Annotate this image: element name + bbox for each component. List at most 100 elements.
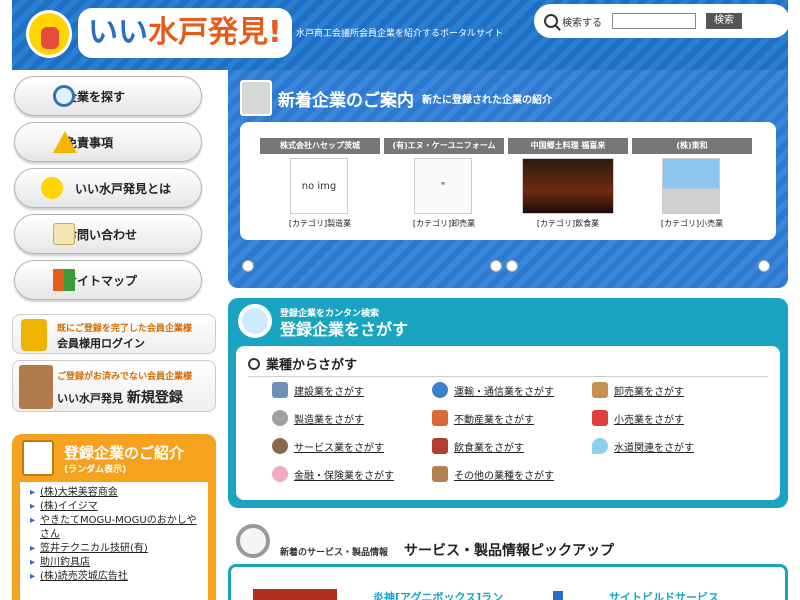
member-login-button[interactable]: 既にご登録を完了した会員企業様 会員様用ログイン [12,314,216,354]
box-icon [592,382,608,398]
new-companies-subtitle: 新たに登録された企業の紹介 [422,95,552,106]
pickup-kicker: 新着のサービス・製品情報 [280,548,389,558]
company-category: [カテゴリ]製造業 [288,219,352,228]
nav-label: いい水戸発見とは [75,181,172,196]
clipboard-icon [22,440,54,476]
magnifier-icon [238,304,272,338]
mascot-logo-icon[interactable] [26,10,72,58]
gear-icon [272,410,288,426]
people-icon [272,438,288,454]
company-card[interactable]: 中国郷土料理 福喜来 [カテゴリ]飲食業 [508,138,628,230]
random-title: 登録企業のご紹介 [64,444,185,462]
industry-link-finance[interactable]: 金融・保険業をさがす [272,466,394,482]
house-icon [432,410,448,426]
login-label: 会員様用ログイン [57,337,145,350]
industry-link-water[interactable]: 水道関連をさがす [592,438,694,454]
random-list: (株)大栄美容商会 (株)イイジマ やきたてMOGU-MOGUのおかしやさん 笠… [20,482,208,600]
magnifier-icon [236,524,270,558]
sitemap-icon [53,269,75,291]
register-caption: ご登録がお済みでない会員企業様 [57,372,193,382]
register-big: 新規登録 [126,390,183,406]
search-icon [53,85,75,107]
member-register-button[interactable]: ご登録がお済みでない会員企業様 いい水戸発見 新規登録 [12,360,216,412]
pickup-thumbnail[interactable] [253,589,337,600]
industry-link-retail[interactable]: 小売業をさがす [592,410,684,426]
industry-link-label: 不動産業をさがす [454,414,534,426]
company-image [414,158,472,214]
header-search: 検索する 検索 [534,4,790,38]
nav-contact[interactable]: お問い合わせ [14,214,202,254]
list-item[interactable]: (株)大栄美容商会 [30,486,202,500]
industry-link-label: 水道関連をさがす [614,442,694,454]
nav-about[interactable]: いい水戸発見とは [14,168,202,208]
industry-link-label: サービス業をさがす [294,442,384,454]
pickup-item-link[interactable]: サイトビルドサービス [609,589,719,600]
cabinet-icon [240,80,272,116]
industry-section-heading: 業種からさがす [248,354,768,377]
industry-link-construction[interactable]: 建設業をさがす [272,382,364,398]
random-subtitle: (ランダム表示) [64,465,127,475]
industry-link-manufacturing[interactable]: 製造業をさがす [272,410,364,426]
search-icon [544,14,558,28]
piggy-bank-icon [272,466,288,482]
industry-link-label: 金融・保険業をさがす [294,470,394,482]
carousel-prev-icon[interactable] [242,260,254,272]
pickup-list: 炎神[アグニボックス]ラン サイトビルドサービス [228,564,788,600]
pickup-header: 新着のサービス・製品情報 サービス・製品情報ピックアップ [230,524,786,564]
list-item[interactable]: (株)イイジマ [30,500,202,514]
industry-link-label: 運輸・通信業をさがす [454,386,554,398]
company-card[interactable]: (有)エヌ・ケーユニフォーム [カテゴリ]卸売業 [384,138,504,230]
nav-label: お問い合わせ [65,227,138,242]
industry-search-panel: 登録企業をカンタン検索 登録企業をさがす 業種からさがす 建設業をさがす 運輸・… [228,298,788,508]
industry-link-restaurant[interactable]: 飲食業をさがす [432,438,524,454]
search-icon [248,357,260,370]
list-item[interactable]: 笠井テクニカル技研(有) [30,542,202,556]
nav-find-companies[interactable]: 企業を探す [14,76,202,116]
carousel-next-icon[interactable] [758,260,770,272]
nav-sitemap[interactable]: サイトマップ [14,260,202,300]
bag-icon [432,466,448,482]
lock-icon [21,319,47,351]
pickup-title: サービス・製品情報ピックアップ [404,543,614,559]
industry-title: 登録企業をさがす [280,320,409,339]
search-button[interactable]: 検索 [706,13,742,29]
company-card[interactable]: (株)東和 [カテゴリ]小売業 [632,138,752,230]
list-item[interactable]: 助川釣具店 [30,556,202,570]
random-companies-panel: 登録企業のご紹介 (ランダム表示) (株)大栄美容商会 (株)イイジマ やきたて… [12,434,216,600]
industry-link-realestate[interactable]: 不動産業をさがす [432,410,534,426]
industry-link-other[interactable]: その他の業種をさがす [432,466,554,482]
new-companies-panel: 新着企業のご案内 新たに登録された企業の紹介 株式会社ハセップ茨城 no img… [228,70,788,288]
login-caption: 既にご登録を完了した会員企業様 [57,324,192,334]
cart-icon [592,410,608,426]
company-category: [カテゴリ]卸売業 [412,219,476,228]
list-item[interactable]: (株)読売茨城広告社 [30,570,202,584]
company-category: [カテゴリ]小売業 [660,219,724,228]
industry-link-services[interactable]: サービス業をさがす [272,438,384,454]
list-item[interactable]: やきたてMOGU-MOGUのおかしやさん [30,514,202,542]
logo-text-end: 発見! [208,15,282,50]
company-image [522,158,614,214]
mail-icon [53,223,75,245]
carousel-pause-icon[interactable] [506,260,518,272]
industry-link-wholesale[interactable]: 卸売業をさがす [592,382,684,398]
industry-link-transport[interactable]: 運輸・通信業をさがす [432,382,554,398]
carousel-play-icon[interactable] [490,260,502,272]
search-label: 検索する [562,17,602,29]
pickup-item-link[interactable]: 炎神[アグニボックス]ラン [373,589,503,600]
company-name: 株式会社ハセップ茨城 [260,138,380,154]
warning-icon [53,131,77,153]
nav-disclaimer[interactable]: 免責事項 [14,122,202,162]
search-input[interactable] [612,13,696,29]
company-name: 中国郷土料理 福喜来 [508,138,628,154]
pickup-bullet-icon [553,591,563,600]
site-logo[interactable]: いい水戸発見! [78,8,292,58]
new-companies-carousel: 株式会社ハセップ茨城 no img [カテゴリ]製造業 (有)エヌ・ケーユニフォ… [240,122,776,240]
new-companies-title: 新着企業のご案内 [278,91,414,111]
register-brand: いい水戸発見 [57,392,123,405]
company-card[interactable]: 株式会社ハセップ茨城 no img [カテゴリ]製造業 [260,138,380,230]
nav-label: サイトマップ [65,273,138,288]
register-label: いい水戸発見 新規登録 [57,387,183,407]
industry-link-label: 製造業をさがす [294,414,364,426]
mascot-icon [41,177,63,199]
industry-list-box: 業種からさがす 建設業をさがす 運輸・通信業をさがす 卸売業をさがす 製造業をさ… [236,346,780,500]
